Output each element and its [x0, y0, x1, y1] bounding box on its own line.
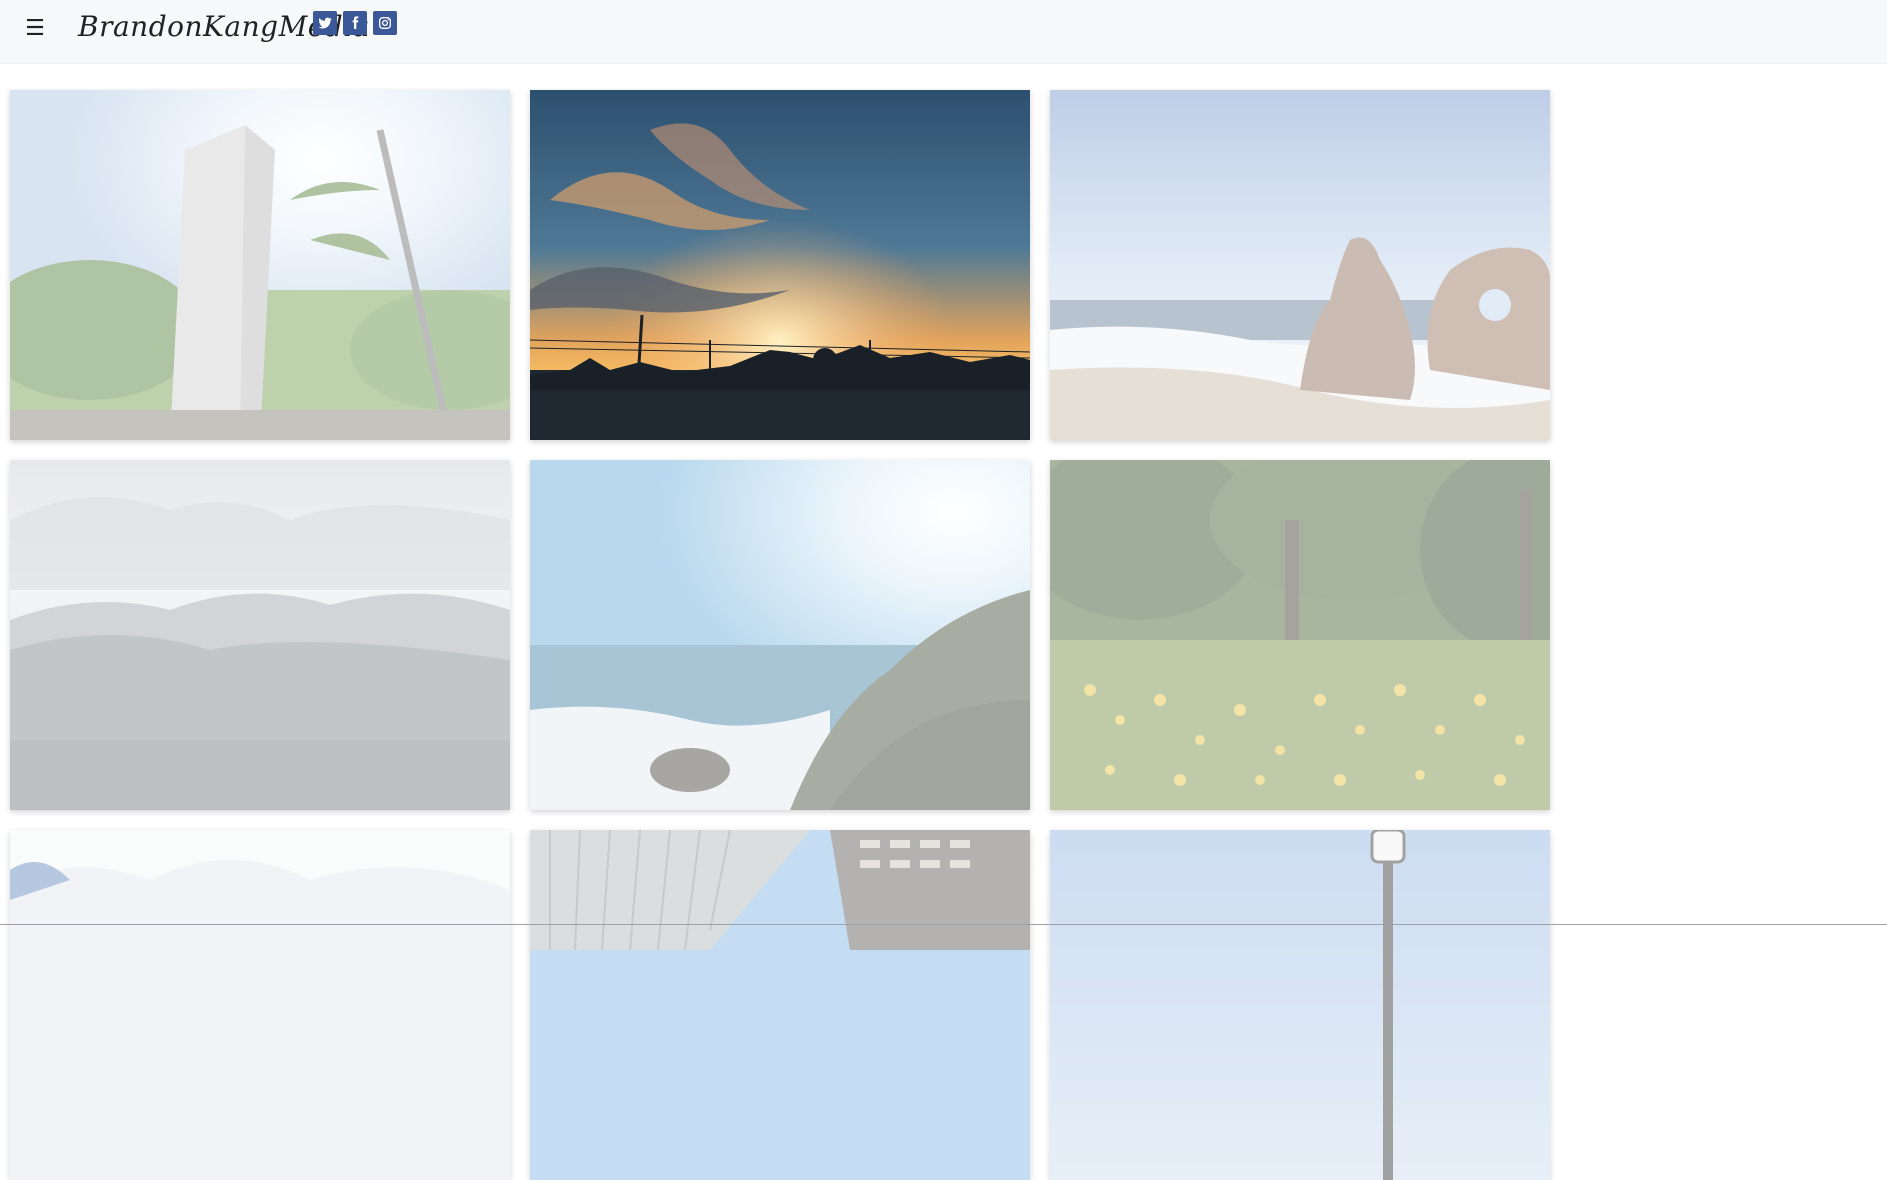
- instagram-icon[interactable]: [373, 11, 397, 35]
- photo-fade-overlay: [1050, 830, 1550, 1180]
- photo-fade-overlay: [1050, 90, 1550, 440]
- photo-fade-overlay: [10, 460, 510, 810]
- gallery-photo-tower[interactable]: [10, 90, 510, 440]
- photo-fade-overlay: [10, 90, 510, 440]
- gallery-photo-cloudy-sky[interactable]: [10, 830, 510, 1180]
- photo-fade-overlay: [1050, 460, 1550, 810]
- gallery-photo-street-lamp[interactable]: [1050, 830, 1550, 1180]
- gallery-photo-beach-rocks[interactable]: [1050, 90, 1550, 440]
- hamburger-menu-icon[interactable]: ☰: [24, 18, 46, 40]
- gallery-photo-meadow[interactable]: [1050, 460, 1550, 810]
- gallery-photo-mountains[interactable]: [10, 460, 510, 810]
- photo-fade-overlay: [530, 460, 1030, 810]
- twitter-icon[interactable]: [313, 11, 337, 35]
- facebook-icon[interactable]: [343, 11, 367, 35]
- gallery-photo-coastline[interactable]: [530, 460, 1030, 810]
- site-header: ☰ BrandonKangMedia: [0, 0, 1887, 64]
- photo-fade-overlay: [10, 830, 510, 1180]
- gallery-photo-skyscrapers[interactable]: [530, 830, 1030, 1180]
- photo-fade-overlay: [530, 830, 1030, 1180]
- photo-fade-overlay: [530, 90, 1030, 440]
- gallery-photo-sunset[interactable]: [530, 90, 1030, 440]
